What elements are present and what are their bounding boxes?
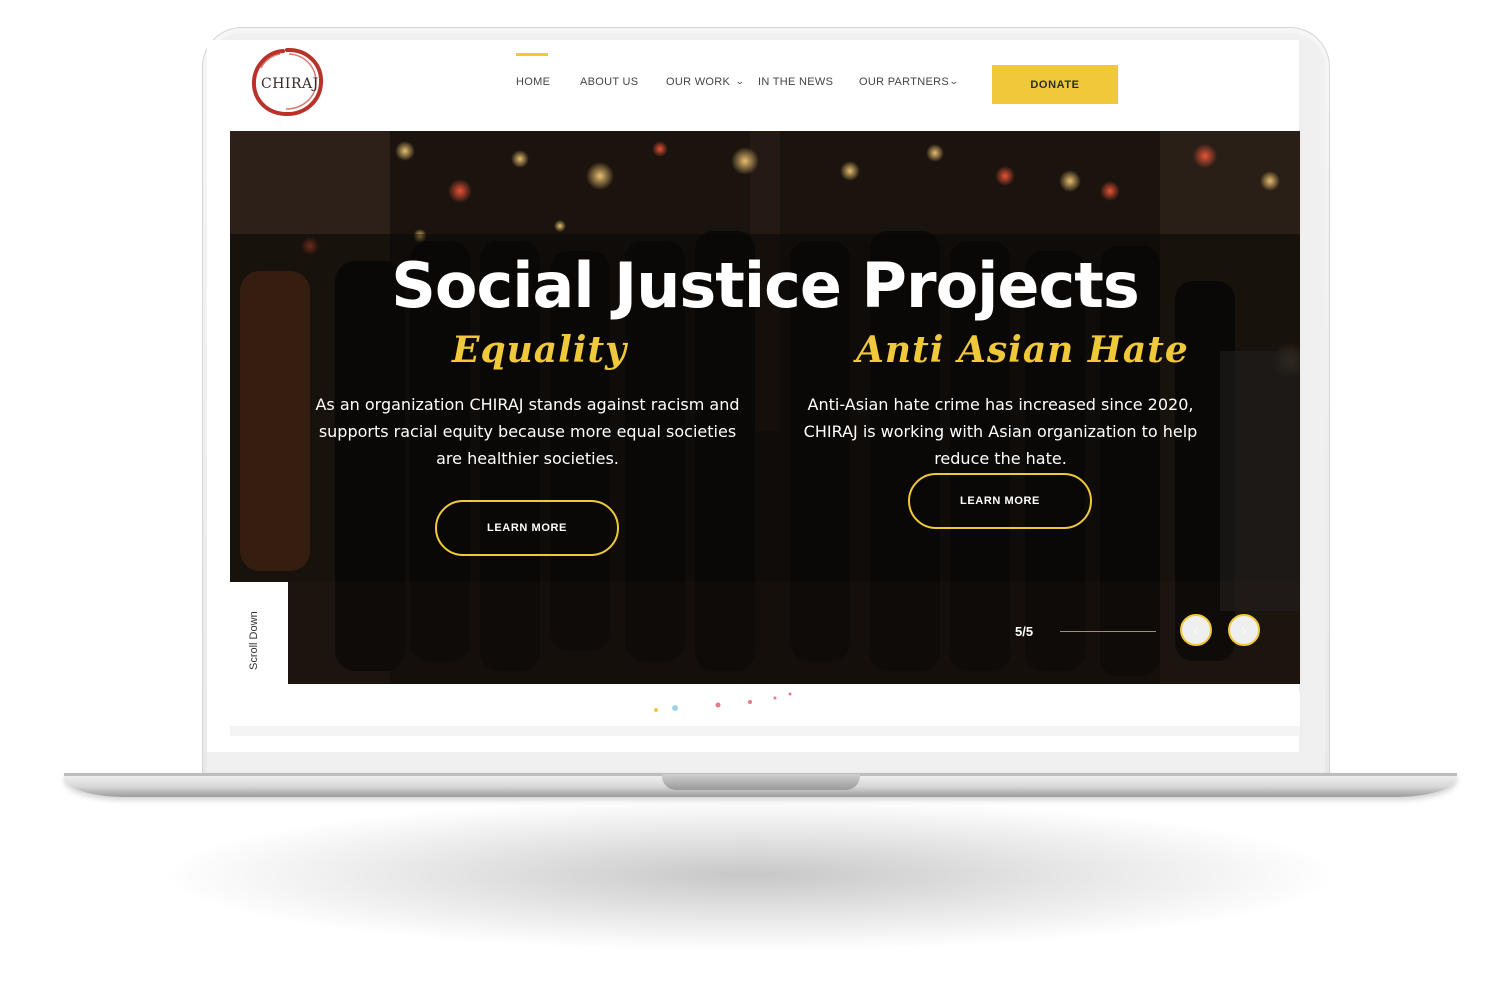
learn-more-button-anti-asian-hate[interactable]: LEARN MORE [908, 473, 1092, 529]
chiraj-logo[interactable]: CHIRAJ [249, 46, 325, 118]
scroll-down-tab[interactable]: Scroll Down [230, 582, 288, 684]
column-heading-equality: Equality [452, 329, 628, 371]
nav-item-about-us[interactable]: ABOUT US [580, 76, 638, 88]
donate-button[interactable]: DONATE [992, 65, 1118, 104]
laptop-screen: CHIRAJ HOME ABOUT US OUR WORK ⌄ IN THE N… [207, 40, 1303, 752]
prev-slide-button[interactable]: ‹ [1180, 614, 1212, 646]
slide-counter: 5/5 [1015, 624, 1034, 639]
chevron-down-icon[interactable]: ⌄ [949, 76, 959, 87]
chevron-left-icon: ‹ [1193, 622, 1199, 638]
scroll-down-label: Scroll Down [248, 611, 260, 670]
slide-progress-line [1060, 631, 1156, 632]
logo-text: CHIRAJ [261, 76, 319, 92]
learn-more-button-equality[interactable]: LEARN MORE [435, 500, 619, 556]
nav-item-our-partners[interactable]: OUR PARTNERS [859, 76, 949, 88]
chevron-down-icon[interactable]: ⌄ [735, 76, 745, 87]
chevron-right-icon: › [1241, 622, 1247, 638]
section-divider [230, 726, 1300, 736]
laptop-notch [662, 774, 860, 790]
column-text-equality: As an organization CHIRAJ stands against… [315, 395, 740, 468]
hero-title: Social Justice Projects [391, 249, 1140, 322]
next-slide-button[interactable]: › [1228, 614, 1260, 646]
nav-item-in-the-news[interactable]: IN THE NEWS [758, 76, 833, 88]
nav-active-indicator [516, 53, 548, 56]
nav-item-our-work[interactable]: OUR WORK [666, 76, 730, 88]
nav-item-home[interactable]: HOME [516, 76, 550, 88]
hero-slider: Social Justice Projects Equality Anti As… [230, 131, 1300, 684]
column-heading-anti-asian-hate: Anti Asian Hate [856, 329, 1189, 371]
column-text-anti-asian-hate: Anti-Asian hate crime has increased sinc… [803, 395, 1198, 468]
laptop-shadow [170, 800, 1330, 950]
